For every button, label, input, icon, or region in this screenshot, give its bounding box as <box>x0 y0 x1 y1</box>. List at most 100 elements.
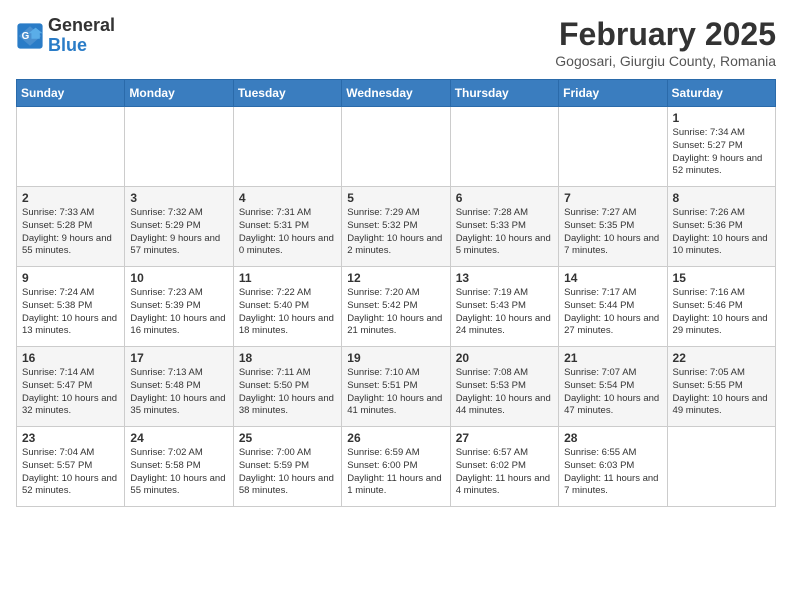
day-number: 8 <box>673 191 770 205</box>
weekday-header: Saturday <box>667 80 775 107</box>
day-number: 14 <box>564 271 661 285</box>
day-number: 2 <box>22 191 119 205</box>
calendar-cell <box>17 107 125 187</box>
day-number: 26 <box>347 431 444 445</box>
calendar-cell: 8 Sunrise: 7:26 AM Sunset: 5:36 PM Daylig… <box>667 187 775 267</box>
calendar-cell: 3 Sunrise: 7:32 AM Sunset: 5:29 PM Daylig… <box>125 187 233 267</box>
day-number: 10 <box>130 271 227 285</box>
day-number: 16 <box>22 351 119 365</box>
day-number: 6 <box>456 191 553 205</box>
day-number: 18 <box>239 351 336 365</box>
day-info: Sunrise: 7:05 AM Sunset: 5:55 PM Dayligh… <box>673 367 770 418</box>
day-number: 28 <box>564 431 661 445</box>
calendar-week-row: 1Sunrise: 7:34 AM Sunset: 5:27 PM Daylig… <box>17 107 776 187</box>
day-number: 1 <box>673 111 770 125</box>
calendar-cell: 6 Sunrise: 7:28 AM Sunset: 5:33 PM Daylig… <box>450 187 558 267</box>
day-number: 19 <box>347 351 444 365</box>
day-info: Sunrise: 7:27 AM Sunset: 5:35 PM Dayligh… <box>564 207 661 258</box>
day-info: Sunrise: 7:02 AM Sunset: 5:58 PM Dayligh… <box>130 447 227 498</box>
day-info: Sunrise: 6:57 AM Sunset: 6:02 PM Dayligh… <box>456 447 553 498</box>
weekday-header-row: SundayMondayTuesdayWednesdayThursdayFrid… <box>17 80 776 107</box>
month-title: February 2025 <box>555 16 776 53</box>
calendar-cell: 19 Sunrise: 7:10 AM Sunset: 5:51 PM Dayli… <box>342 347 450 427</box>
calendar-cell <box>233 107 341 187</box>
calendar-cell: 13 Sunrise: 7:19 AM Sunset: 5:43 PM Dayli… <box>450 267 558 347</box>
day-number: 3 <box>130 191 227 205</box>
day-number: 7 <box>564 191 661 205</box>
day-info: Sunrise: 7:10 AM Sunset: 5:51 PM Dayligh… <box>347 367 444 418</box>
calendar-cell: 16Sunrise: 7:14 AM Sunset: 5:47 PM Dayli… <box>17 347 125 427</box>
logo-blue: Blue <box>48 35 87 55</box>
day-number: 21 <box>564 351 661 365</box>
calendar-cell <box>125 107 233 187</box>
calendar-week-row: 9Sunrise: 7:24 AM Sunset: 5:38 PM Daylig… <box>17 267 776 347</box>
calendar-cell <box>342 107 450 187</box>
day-info: Sunrise: 7:20 AM Sunset: 5:42 PM Dayligh… <box>347 287 444 338</box>
day-info: Sunrise: 7:29 AM Sunset: 5:32 PM Dayligh… <box>347 207 444 258</box>
day-number: 23 <box>22 431 119 445</box>
day-info: Sunrise: 7:07 AM Sunset: 5:54 PM Dayligh… <box>564 367 661 418</box>
day-number: 11 <box>239 271 336 285</box>
day-info: Sunrise: 7:23 AM Sunset: 5:39 PM Dayligh… <box>130 287 227 338</box>
day-number: 5 <box>347 191 444 205</box>
day-number: 12 <box>347 271 444 285</box>
calendar-cell: 20 Sunrise: 7:08 AM Sunset: 5:53 PM Dayli… <box>450 347 558 427</box>
day-number: 13 <box>456 271 553 285</box>
weekday-header: Wednesday <box>342 80 450 107</box>
day-info: Sunrise: 6:59 AM Sunset: 6:00 PM Dayligh… <box>347 447 444 498</box>
calendar-week-row: 23 Sunrise: 7:04 AM Sunset: 5:57 PM Dayli… <box>17 427 776 507</box>
calendar-cell: 28 Sunrise: 6:55 AM Sunset: 6:03 PM Dayli… <box>559 427 667 507</box>
calendar-week-row: 2 Sunrise: 7:33 AM Sunset: 5:28 PM Daylig… <box>17 187 776 267</box>
day-info: Sunrise: 7:26 AM Sunset: 5:36 PM Dayligh… <box>673 207 770 258</box>
day-info: Sunrise: 7:04 AM Sunset: 5:57 PM Dayligh… <box>22 447 119 498</box>
calendar-cell: 25 Sunrise: 7:00 AM Sunset: 5:59 PM Dayli… <box>233 427 341 507</box>
logo: G General Blue <box>16 16 115 56</box>
calendar-cell: 23 Sunrise: 7:04 AM Sunset: 5:57 PM Dayli… <box>17 427 125 507</box>
location-subtitle: Gogosari, Giurgiu County, Romania <box>555 53 776 69</box>
day-info: Sunrise: 6:55 AM Sunset: 6:03 PM Dayligh… <box>564 447 661 498</box>
day-number: 17 <box>130 351 227 365</box>
day-info: Sunrise: 7:33 AM Sunset: 5:28 PM Dayligh… <box>22 207 119 258</box>
day-info: Sunrise: 7:00 AM Sunset: 5:59 PM Dayligh… <box>239 447 336 498</box>
calendar-cell: 18 Sunrise: 7:11 AM Sunset: 5:50 PM Dayli… <box>233 347 341 427</box>
calendar-cell: 26 Sunrise: 6:59 AM Sunset: 6:00 PM Dayli… <box>342 427 450 507</box>
calendar-cell: 15 Sunrise: 7:16 AM Sunset: 5:46 PM Dayli… <box>667 267 775 347</box>
day-number: 15 <box>673 271 770 285</box>
calendar-cell: 24 Sunrise: 7:02 AM Sunset: 5:58 PM Dayli… <box>125 427 233 507</box>
calendar-cell: 17Sunrise: 7:13 AM Sunset: 5:48 PM Dayli… <box>125 347 233 427</box>
day-info: Sunrise: 7:17 AM Sunset: 5:44 PM Dayligh… <box>564 287 661 338</box>
day-number: 4 <box>239 191 336 205</box>
calendar-cell: 22Sunrise: 7:05 AM Sunset: 5:55 PM Dayli… <box>667 347 775 427</box>
weekday-header: Sunday <box>17 80 125 107</box>
calendar-cell: 9Sunrise: 7:24 AM Sunset: 5:38 PM Daylig… <box>17 267 125 347</box>
day-info: Sunrise: 7:28 AM Sunset: 5:33 PM Dayligh… <box>456 207 553 258</box>
day-info: Sunrise: 7:08 AM Sunset: 5:53 PM Dayligh… <box>456 367 553 418</box>
calendar-cell: 14 Sunrise: 7:17 AM Sunset: 5:44 PM Dayli… <box>559 267 667 347</box>
calendar-cell: 27 Sunrise: 6:57 AM Sunset: 6:02 PM Dayli… <box>450 427 558 507</box>
calendar-cell: 5 Sunrise: 7:29 AM Sunset: 5:32 PM Daylig… <box>342 187 450 267</box>
calendar-cell: 1Sunrise: 7:34 AM Sunset: 5:27 PM Daylig… <box>667 107 775 187</box>
calendar-cell <box>450 107 558 187</box>
day-info: Sunrise: 7:32 AM Sunset: 5:29 PM Dayligh… <box>130 207 227 258</box>
svg-text:G: G <box>22 31 30 42</box>
page-header: G General Blue February 2025 Gogosari, G… <box>16 16 776 69</box>
weekday-header: Tuesday <box>233 80 341 107</box>
day-info: Sunrise: 7:31 AM Sunset: 5:31 PM Dayligh… <box>239 207 336 258</box>
day-info: Sunrise: 7:16 AM Sunset: 5:46 PM Dayligh… <box>673 287 770 338</box>
weekday-header: Monday <box>125 80 233 107</box>
day-number: 9 <box>22 271 119 285</box>
calendar-cell: 21 Sunrise: 7:07 AM Sunset: 5:54 PM Dayli… <box>559 347 667 427</box>
day-info: Sunrise: 7:11 AM Sunset: 5:50 PM Dayligh… <box>239 367 336 418</box>
calendar-week-row: 16Sunrise: 7:14 AM Sunset: 5:47 PM Dayli… <box>17 347 776 427</box>
day-info: Sunrise: 7:19 AM Sunset: 5:43 PM Dayligh… <box>456 287 553 338</box>
calendar-cell: 4 Sunrise: 7:31 AM Sunset: 5:31 PM Daylig… <box>233 187 341 267</box>
day-number: 20 <box>456 351 553 365</box>
day-number: 25 <box>239 431 336 445</box>
day-info: Sunrise: 7:22 AM Sunset: 5:40 PM Dayligh… <box>239 287 336 338</box>
calendar-cell: 10 Sunrise: 7:23 AM Sunset: 5:39 PM Dayli… <box>125 267 233 347</box>
weekday-header: Friday <box>559 80 667 107</box>
calendar-cell: 2 Sunrise: 7:33 AM Sunset: 5:28 PM Daylig… <box>17 187 125 267</box>
day-number: 24 <box>130 431 227 445</box>
calendar-cell <box>667 427 775 507</box>
day-number: 27 <box>456 431 553 445</box>
